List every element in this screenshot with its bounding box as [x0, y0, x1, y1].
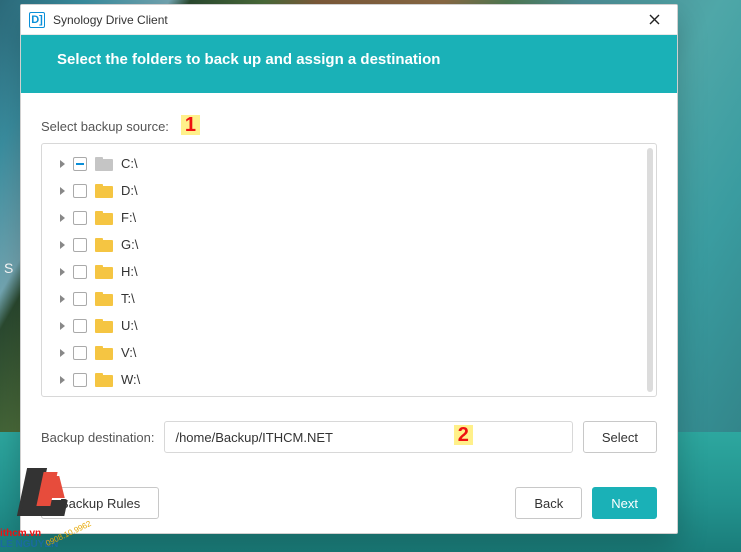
expand-caret-icon[interactable]	[60, 214, 65, 222]
drive-label: F:\	[121, 210, 136, 225]
cropped-text-left: S	[0, 260, 13, 276]
expand-caret-icon[interactable]	[60, 268, 65, 276]
folder-icon	[95, 346, 113, 360]
window-title: Synology Drive Client	[53, 13, 637, 27]
back-button[interactable]: Back	[515, 487, 582, 519]
drive-label: W:\	[121, 372, 140, 387]
backup-rules-button[interactable]: Backup Rules	[41, 487, 159, 519]
titlebar: D] Synology Drive Client	[21, 5, 677, 35]
drive-checkbox[interactable]	[73, 184, 87, 198]
expand-caret-icon[interactable]	[60, 322, 65, 330]
drive-row[interactable]: C:\	[50, 150, 654, 177]
drive-label: H:\	[121, 264, 138, 279]
drive-label: V:\	[121, 345, 136, 360]
drive-label: D:\	[121, 183, 138, 198]
drive-row[interactable]: G:\	[50, 231, 654, 258]
source-tree[interactable]: C:\ D:\ F:\ G:\ H:\ T:\ U:\ V:\ W:\	[41, 143, 657, 397]
drive-label: T:\	[121, 291, 135, 306]
drive-row[interactable]: V:\	[50, 339, 654, 366]
drive-label: G:\	[121, 237, 138, 252]
folder-icon	[95, 157, 113, 171]
close-icon	[649, 14, 660, 25]
expand-caret-icon[interactable]	[60, 376, 65, 384]
drive-row[interactable]: F:\	[50, 204, 654, 231]
drive-checkbox[interactable]	[73, 292, 87, 306]
tree-scrollbar[interactable]	[647, 148, 653, 392]
drive-row[interactable]: T:\	[50, 285, 654, 312]
drive-row[interactable]: D:\	[50, 177, 654, 204]
wizard-content: Select backup source: 1 C:\ D:\ F:\ G:\ H:\ T…	[21, 93, 677, 469]
folder-icon	[95, 373, 113, 387]
folder-icon	[95, 265, 113, 279]
drive-checkbox[interactable]	[73, 319, 87, 333]
drive-row[interactable]: U:\	[50, 312, 654, 339]
close-button[interactable]	[637, 7, 671, 33]
drive-checkbox[interactable]	[73, 238, 87, 252]
drive-checkbox[interactable]	[73, 265, 87, 279]
next-button[interactable]: Next	[592, 487, 657, 519]
expand-caret-icon[interactable]	[60, 187, 65, 195]
expand-caret-icon[interactable]	[60, 349, 65, 357]
destination-input[interactable]	[164, 421, 572, 453]
folder-icon	[95, 292, 113, 306]
step-badge-2: 2	[454, 425, 473, 445]
wizard-footer: Backup Rules Back Next	[21, 469, 677, 533]
step-badge-1: 1	[181, 115, 200, 135]
app-icon: D]	[29, 12, 45, 28]
drive-row[interactable]: H:\	[50, 258, 654, 285]
wizard-header: Select the folders to back up and assign…	[21, 35, 677, 93]
drive-label: C:\	[121, 156, 138, 171]
select-destination-button[interactable]: Select	[583, 421, 657, 453]
folder-icon	[95, 238, 113, 252]
app-window: D] Synology Drive Client Select the fold…	[20, 4, 678, 534]
folder-icon	[95, 319, 113, 333]
drive-checkbox[interactable]	[73, 346, 87, 360]
drive-label: U:\	[121, 318, 138, 333]
drive-checkbox[interactable]	[73, 373, 87, 387]
backup-destination-label: Backup destination:	[41, 430, 154, 445]
drive-row[interactable]: W:\	[50, 366, 654, 393]
expand-caret-icon[interactable]	[60, 241, 65, 249]
backup-source-label: Select backup source:	[41, 119, 169, 134]
wizard-header-title: Select the folders to back up and assign…	[57, 51, 440, 68]
drive-checkbox[interactable]	[73, 157, 87, 171]
expand-caret-icon[interactable]	[60, 160, 65, 168]
drive-checkbox[interactable]	[73, 211, 87, 225]
folder-icon	[95, 211, 113, 225]
folder-icon	[95, 184, 113, 198]
expand-caret-icon[interactable]	[60, 295, 65, 303]
